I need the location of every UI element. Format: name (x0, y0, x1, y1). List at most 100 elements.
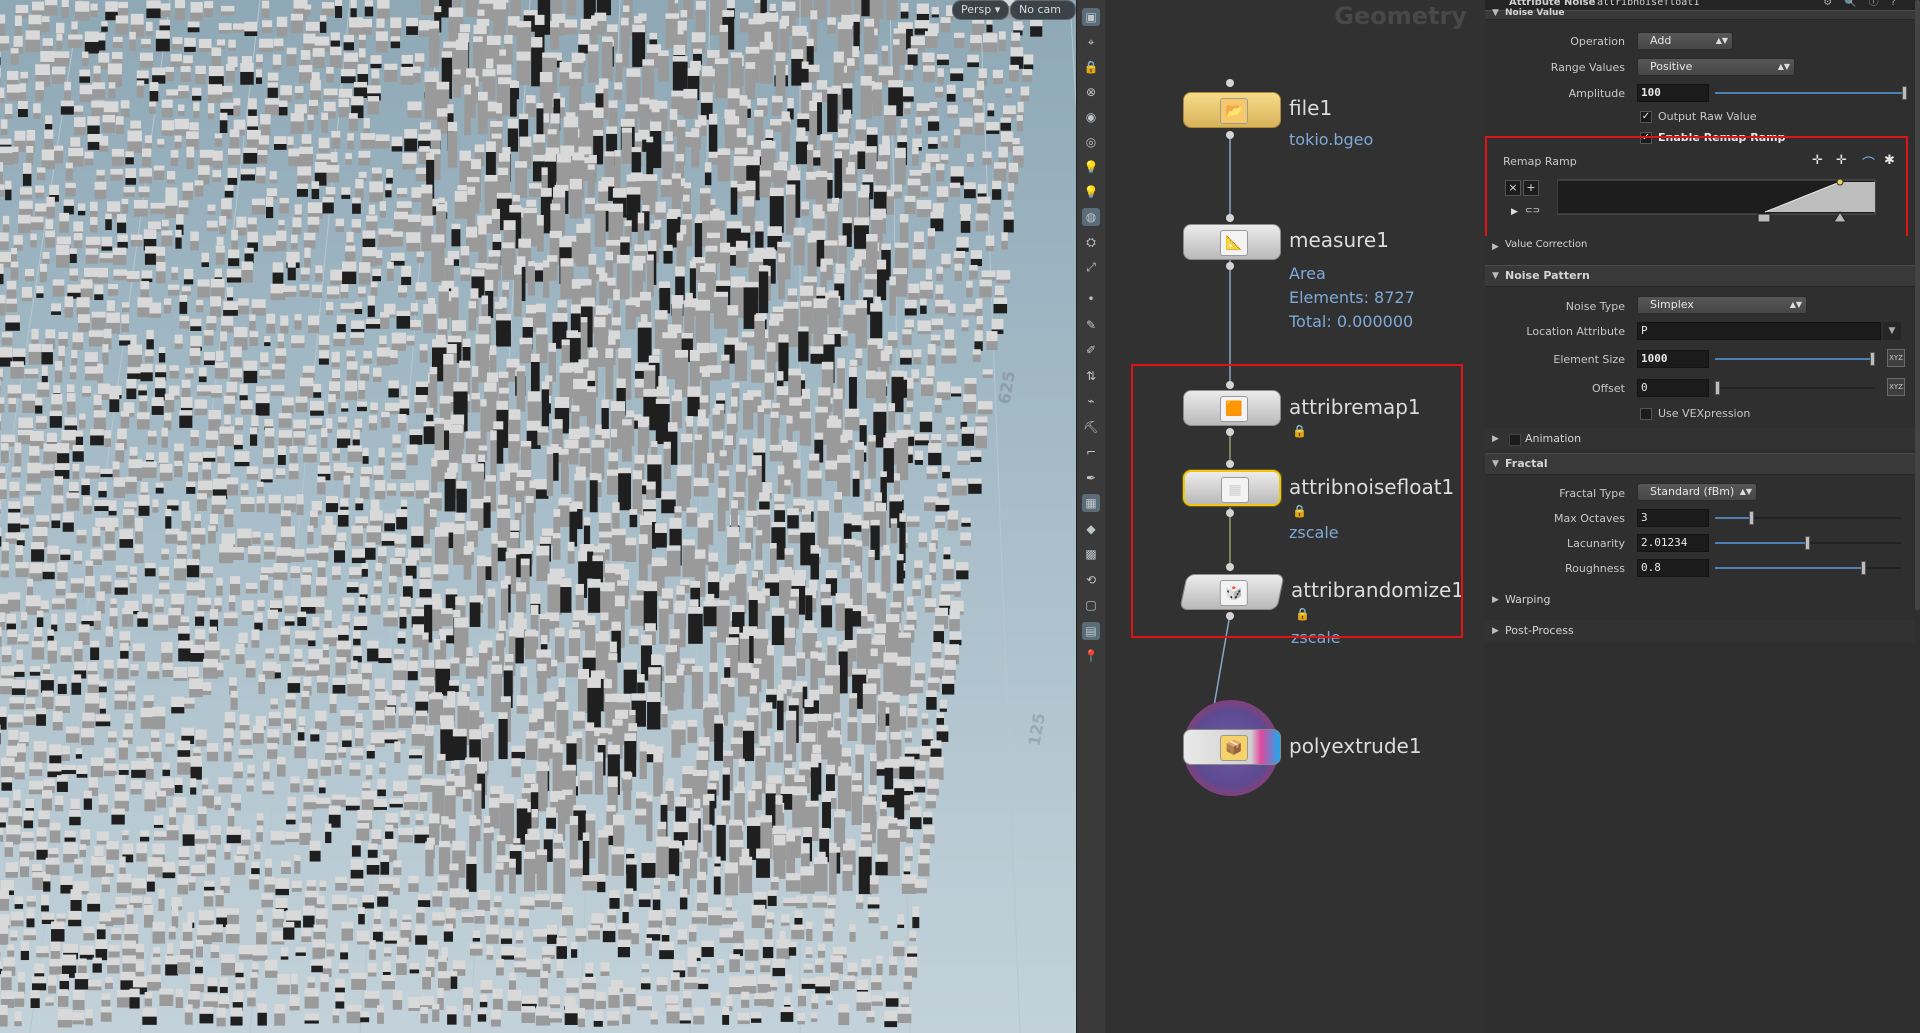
node-output-dot[interactable] (1226, 131, 1234, 139)
section-fractal[interactable]: ▼ Fractal (1485, 453, 1915, 475)
slider-thumb[interactable] (1860, 561, 1866, 575)
lock-icon[interactable]: 🔒 (1295, 607, 1310, 621)
pen-icon[interactable]: ✒ (1082, 469, 1100, 487)
bone-icon[interactable]: ⟲ (1082, 571, 1100, 589)
node-output-dot[interactable] (1226, 509, 1234, 517)
node-output-dot[interactable] (1226, 612, 1234, 620)
snap-icon[interactable]: ⊗ (1082, 83, 1100, 101)
animation-toggle-checkbox[interactable] (1509, 434, 1521, 446)
curve-icon[interactable]: ⌒ (1862, 153, 1875, 172)
section-post-process[interactable]: ▶ Post-Process (1485, 620, 1915, 642)
edit-icon[interactable]: ✎ (1082, 316, 1100, 334)
3d-viewport[interactable]: Persp ▾ No cam ▾ 625 125 (0, 0, 1076, 1033)
slider-thumb[interactable] (1870, 352, 1876, 366)
node-name-field[interactable]: attribnoisefloat1 (1597, 0, 1699, 8)
section-animation[interactable]: ▶ Animation (1485, 428, 1915, 450)
add-point-button[interactable]: + (1523, 180, 1539, 196)
lock-icon[interactable]: 🔒 (1292, 424, 1307, 438)
lock-icon[interactable]: 🔒 (1082, 58, 1100, 76)
shade-icon[interactable]: ◆ (1082, 520, 1100, 538)
use-vexpression-checkbox[interactable] (1640, 408, 1652, 420)
max-octaves-slider[interactable] (1715, 509, 1901, 527)
offset-field[interactable]: 0 (1637, 379, 1709, 397)
handle-icon[interactable]: ⛭ (1082, 233, 1100, 251)
add-point-icon[interactable]: ✛ (1812, 153, 1823, 168)
section-value-correction[interactable]: ▶ Value Correction (1485, 236, 1915, 258)
node-input-dot[interactable] (1226, 381, 1234, 389)
node-file1[interactable]: 📂 (1183, 92, 1281, 128)
node-output-dot[interactable] (1226, 428, 1234, 436)
add-point-after-icon[interactable]: ✛ (1836, 153, 1847, 168)
slider-thumb[interactable] (1805, 536, 1810, 550)
amplitude-slider[interactable] (1715, 84, 1907, 102)
grid-icon[interactable]: ▦ (1082, 494, 1100, 512)
node-output-dot[interactable] (1226, 262, 1234, 270)
texture-icon[interactable]: ▩ (1082, 545, 1100, 563)
section-warping[interactable]: ▶ Warping (1485, 589, 1915, 611)
view-icon[interactable]: ⌖ (1082, 33, 1100, 51)
render-icon[interactable]: ▤ (1082, 621, 1100, 640)
node-input-dot[interactable] (1226, 460, 1234, 468)
node-polyextrude1[interactable]: 📦 (1183, 729, 1281, 765)
remove-point-button[interactable]: × (1505, 180, 1521, 196)
ghost-icon[interactable]: ◉ (1082, 108, 1100, 126)
sculpt-icon[interactable]: ⛏ (1082, 418, 1100, 436)
light-icon[interactable]: 💡 (1082, 158, 1100, 176)
play-arrow-icon[interactable]: ▶ (1511, 207, 1518, 217)
slider-thumb[interactable] (1749, 511, 1755, 525)
brush-icon[interactable]: ✐ (1082, 341, 1100, 359)
max-octaves-field[interactable]: 3 (1637, 509, 1709, 527)
output-raw-checkbox[interactable]: ✓ (1640, 111, 1652, 123)
node-input-dot[interactable] (1226, 563, 1234, 571)
node-measure1[interactable]: 📐 (1183, 224, 1281, 260)
network-editor[interactable]: Geometry 📂 file1 tokio.bgeo 📐 measure1 A… (1105, 0, 1485, 1033)
noise-type-value: Simplex (1650, 298, 1694, 311)
xyz-toggle-button[interactable]: XYZ (1887, 349, 1905, 367)
enable-remap-checkbox[interactable]: ✓ (1640, 132, 1652, 144)
node-input-dot[interactable] (1226, 214, 1234, 222)
node-type-label: Attribute Noise (1509, 0, 1596, 8)
node-attribremap1[interactable]: 🟧 (1183, 390, 1281, 426)
offset-slider[interactable] (1715, 379, 1875, 397)
node-input-dot[interactable] (1226, 79, 1234, 87)
node-attribrandomize1[interactable]: 🎲 (1179, 574, 1285, 610)
roughness-field[interactable]: 0.8 (1637, 559, 1709, 577)
box-icon[interactable]: ▢ (1082, 596, 1100, 614)
slider-thumb[interactable] (1715, 381, 1720, 395)
section-noise-pattern[interactable]: ▼ Noise Pattern (1485, 265, 1915, 287)
element-size-slider[interactable] (1715, 350, 1876, 368)
camera-menu-button[interactable]: Persp ▾ (952, 0, 1010, 20)
select-icon[interactable]: ▣ (1082, 8, 1100, 26)
sort-icon[interactable]: ⇅ (1082, 367, 1100, 385)
lock-icon[interactable]: 🔒 (1292, 504, 1307, 518)
pin-icon[interactable]: 📍 (1082, 647, 1100, 665)
noise-type-dropdown[interactable]: Simplex ▲▼ (1637, 296, 1807, 314)
range-values-dropdown[interactable]: Positive ▲▼ (1637, 58, 1795, 76)
chevron-down-icon[interactable]: ▼ (1883, 322, 1901, 340)
point-icon[interactable]: • (1082, 290, 1100, 308)
curve-icon[interactable]: ⌐ (1082, 443, 1100, 461)
element-size-field[interactable]: 1000 (1637, 350, 1709, 368)
display-icon[interactable]: ◎ (1082, 133, 1100, 151)
location-attr-field[interactable]: P (1637, 322, 1881, 340)
remap-ramp-editor[interactable] (1557, 178, 1877, 228)
fractal-type-dropdown[interactable]: Standard (fBm) ▲▼ (1637, 483, 1757, 501)
node-attribnoisefloat1[interactable]: ▦ (1183, 470, 1281, 506)
link-icon[interactable]: ⊂⊃ (1525, 206, 1540, 216)
light2-icon[interactable]: 💡 (1082, 183, 1100, 201)
slider-thumb[interactable] (1902, 86, 1907, 100)
no-cam-menu-button[interactable]: No cam ▾ (1010, 0, 1076, 34)
operation-dropdown[interactable]: Add ▲▼ (1637, 32, 1733, 50)
camera-icon[interactable]: ◍ (1082, 208, 1100, 226)
amplitude-field[interactable]: 100 (1637, 84, 1709, 102)
transform-icon[interactable]: ⤢ (1082, 258, 1100, 276)
parameter-scrollbar[interactable] (1915, 0, 1920, 610)
paint-icon[interactable]: ⌁ (1082, 392, 1100, 410)
roughness-slider[interactable] (1715, 559, 1901, 577)
lacunarity-field[interactable]: 2.01234 (1637, 534, 1709, 552)
lacunarity-slider[interactable] (1715, 534, 1901, 552)
gear-icon[interactable]: ✱ (1884, 153, 1895, 168)
xyz-toggle-button[interactable]: XYZ (1887, 378, 1905, 396)
header-tools-icon[interactable]: ⚙🔍ⓘ? (1823, 0, 1908, 8)
section-noise-value[interactable]: ▼ Noise Value (1485, 9, 1915, 20)
